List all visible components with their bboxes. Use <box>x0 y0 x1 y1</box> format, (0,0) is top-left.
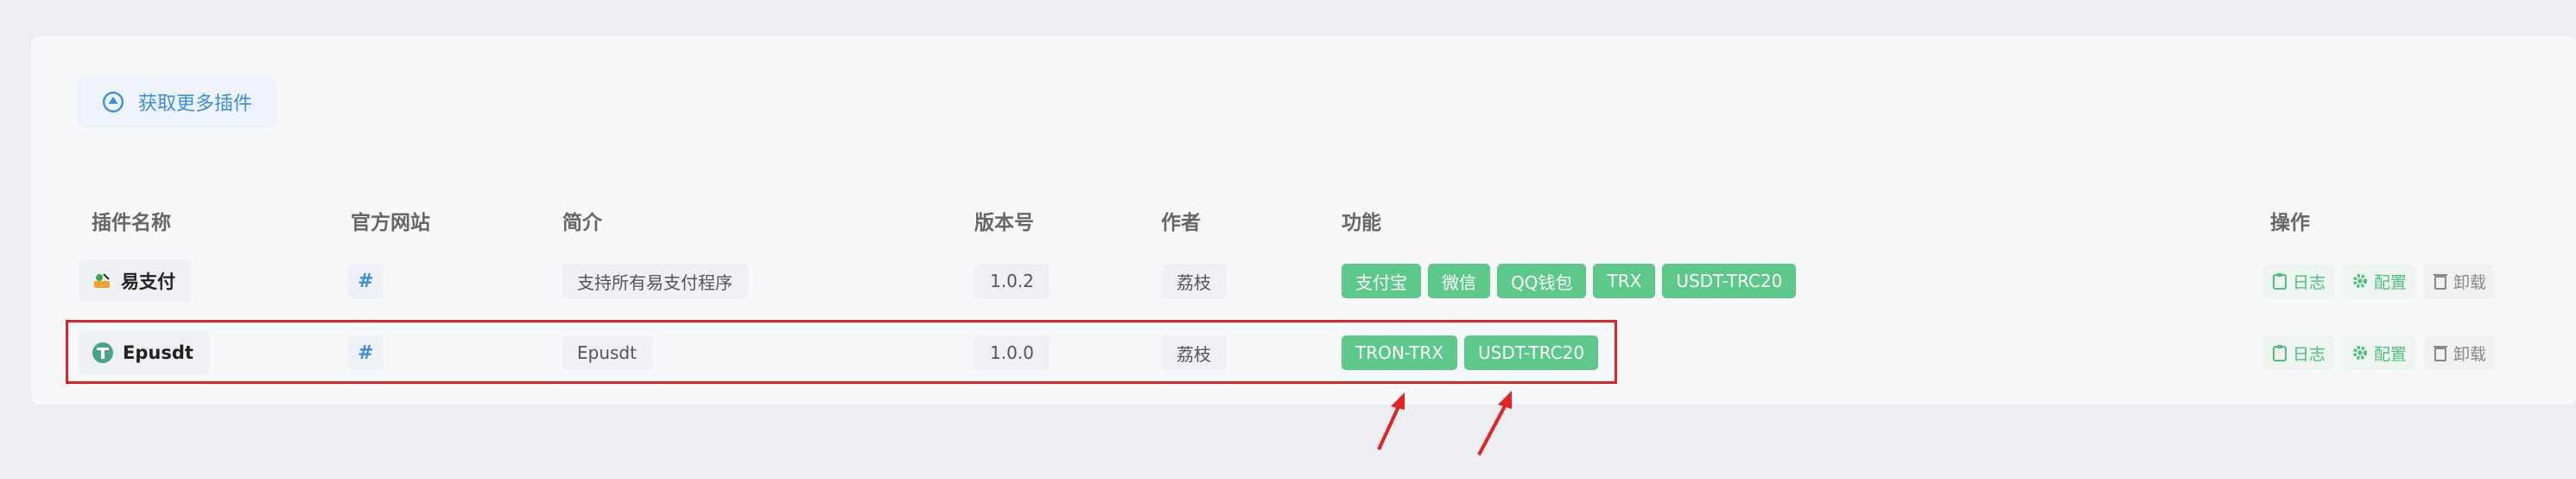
red-arrow-annotation <box>1477 391 1512 456</box>
website-link[interactable]: # <box>347 264 384 298</box>
feature-tag: TRX <box>1593 264 1656 298</box>
uninstall-button[interactable]: 卸载 <box>2424 264 2496 298</box>
col-header-features: 功能 <box>1342 212 1381 234</box>
col-header-website: 官方网站 <box>351 212 430 234</box>
feature-tag: USDT-TRC20 <box>1662 264 1797 298</box>
trash-icon <box>2433 274 2448 290</box>
gear-icon <box>2353 274 2368 288</box>
col-header-name: 插件名称 <box>92 212 171 234</box>
feature-tags: 支付宝 微信 QQ钱包 TRX USDT-TRC20 <box>1342 264 1797 298</box>
plugin-store-icon <box>102 91 124 113</box>
uninstall-label: 卸载 <box>2453 272 2487 292</box>
plugin-name-chip: 易支付 <box>78 259 191 303</box>
clipboard-icon <box>2273 273 2287 290</box>
gear-icon <box>2353 346 2368 360</box>
feature-tag: 微信 <box>1428 264 1490 298</box>
highlight-box <box>66 320 1617 384</box>
config-label: 配置 <box>2374 344 2408 364</box>
col-header-author: 作者 <box>1161 212 1201 234</box>
config-button[interactable]: 配置 <box>2343 264 2416 298</box>
col-header-version: 版本号 <box>974 212 1034 234</box>
config-button[interactable]: 配置 <box>2343 335 2416 370</box>
table-row: 易支付 # 支持所有易支付程序 1.0.2 荔枝 支付宝 微信 QQ钱包 TRX… <box>31 249 2576 313</box>
get-more-plugins-label: 获取更多插件 <box>138 93 253 115</box>
feature-tag: 支付宝 <box>1342 264 1421 298</box>
feature-tag: QQ钱包 <box>1497 264 1587 298</box>
plugin-author: 荔枝 <box>1161 264 1227 298</box>
log-label: 日志 <box>2293 344 2326 364</box>
col-header-actions: 操作 <box>2270 212 2310 234</box>
log-button[interactable]: 日志 <box>2263 264 2335 298</box>
trash-icon <box>2433 346 2448 361</box>
config-label: 配置 <box>2374 272 2408 292</box>
clipboard-icon <box>2273 345 2287 361</box>
log-button[interactable]: 日志 <box>2263 335 2335 370</box>
uninstall-label: 卸载 <box>2453 344 2487 364</box>
plugin-name: 易支付 <box>121 271 175 292</box>
row-actions: 日志 配置 卸载 <box>2263 264 2496 298</box>
row-actions: 日志 配置 卸载 <box>2263 335 2496 370</box>
red-arrow-annotation <box>1377 393 1405 450</box>
yipay-logo-icon <box>92 271 112 291</box>
col-header-intro: 简介 <box>562 212 602 234</box>
plugin-version: 1.0.2 <box>974 264 1050 298</box>
log-label: 日志 <box>2293 272 2326 292</box>
uninstall-button[interactable]: 卸载 <box>2424 335 2496 370</box>
get-more-plugins-button[interactable]: 获取更多插件 <box>78 76 277 128</box>
plugin-intro: 支持所有易支付程序 <box>562 264 748 298</box>
